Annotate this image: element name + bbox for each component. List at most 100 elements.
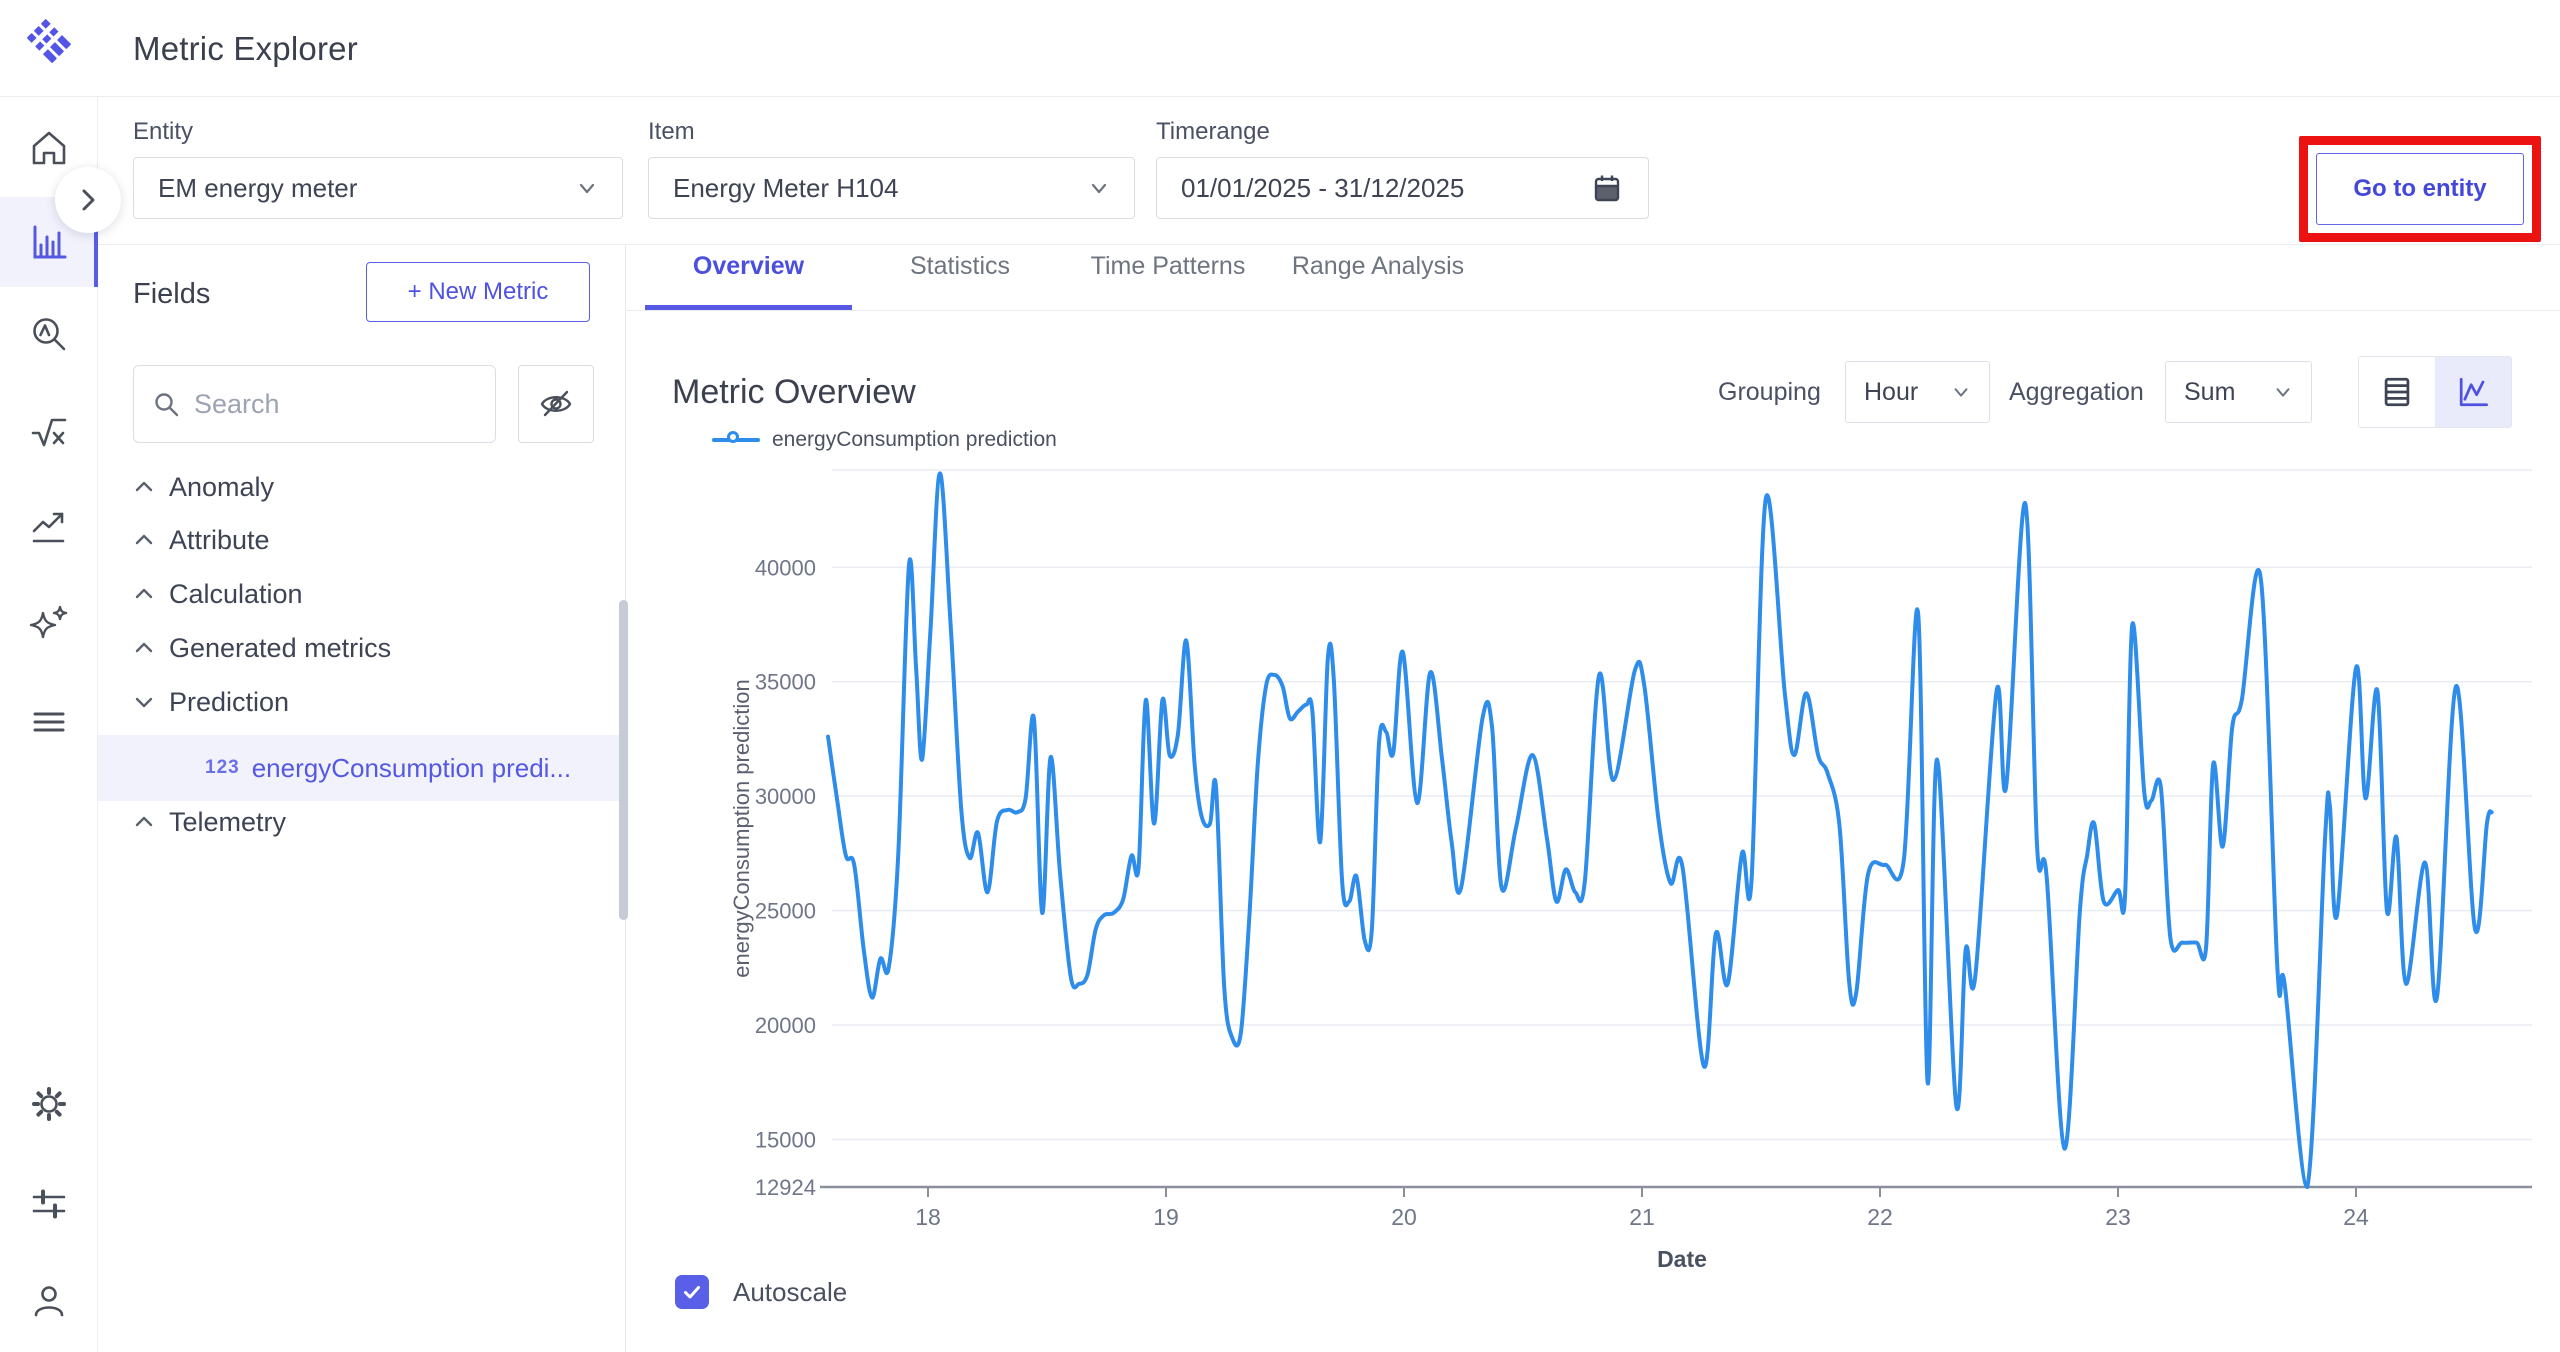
grouping-value: Hour bbox=[1864, 378, 1951, 407]
metric-explorer-app: Metric Explorer bbox=[0, 0, 2560, 1352]
svg-text:25000: 25000 bbox=[755, 899, 816, 924]
svg-text:21: 21 bbox=[1629, 1204, 1655, 1230]
autoscale-checkbox[interactable] bbox=[675, 1275, 709, 1309]
svg-text:Date: Date bbox=[1657, 1246, 1707, 1272]
field-group-calculation[interactable]: Calculation bbox=[133, 567, 303, 621]
header-divider bbox=[0, 96, 2560, 97]
svg-text:energyConsumption prediction: energyConsumption prediction bbox=[729, 679, 754, 977]
chevron-up-icon bbox=[133, 529, 155, 551]
svg-text:20000: 20000 bbox=[755, 1013, 816, 1038]
gear-icon bbox=[27, 1082, 71, 1126]
metric-line-chart[interactable]: 12924150002000025000300003500040000energ… bbox=[640, 450, 2560, 1295]
autoscale-control[interactable]: Autoscale bbox=[675, 1275, 847, 1309]
sidebar-item-preferences[interactable] bbox=[0, 1159, 98, 1249]
svg-text:18: 18 bbox=[915, 1204, 941, 1230]
tab-statistics[interactable]: Statistics bbox=[880, 252, 1040, 310]
sparkles-icon bbox=[27, 603, 71, 647]
go-to-entity-button[interactable]: Go to entity bbox=[2316, 153, 2524, 225]
line-chart-icon bbox=[2453, 372, 2493, 412]
entity-select[interactable]: EM energy meter bbox=[133, 157, 623, 219]
field-item-label: energyConsumption predi... bbox=[252, 753, 571, 784]
field-group-label: Generated metrics bbox=[169, 633, 391, 664]
grouping-select[interactable]: Hour bbox=[1845, 361, 1990, 423]
table-view-button[interactable] bbox=[2359, 357, 2435, 427]
fields-panel-title: Fields bbox=[133, 278, 210, 311]
aggregation-select[interactable]: Sum bbox=[2165, 361, 2312, 423]
item-label: Item bbox=[648, 118, 695, 146]
grouping-label: Grouping bbox=[1718, 378, 1821, 407]
new-metric-button[interactable]: + New Metric bbox=[366, 262, 590, 322]
svg-text:23: 23 bbox=[2105, 1204, 2131, 1230]
chart-view-button[interactable] bbox=[2435, 357, 2511, 427]
eye-off-icon bbox=[536, 384, 576, 424]
sidebar-item-account[interactable] bbox=[0, 1255, 98, 1345]
field-group-label: Prediction bbox=[169, 687, 289, 718]
svg-text:20: 20 bbox=[1391, 1204, 1417, 1230]
item-select[interactable]: Energy Meter H104 bbox=[648, 157, 1135, 219]
toggle-visibility-button[interactable] bbox=[518, 365, 594, 443]
search-icon bbox=[152, 390, 180, 418]
sliders-icon bbox=[27, 1182, 71, 1226]
entity-value: EM energy meter bbox=[158, 173, 576, 204]
fields-search[interactable] bbox=[133, 365, 496, 443]
sidebar-item-list[interactable] bbox=[0, 677, 98, 767]
aggregation-label: Aggregation bbox=[2009, 378, 2144, 407]
user-icon bbox=[27, 1278, 71, 1322]
anomaly-search-icon bbox=[27, 313, 71, 357]
tabs-divider bbox=[625, 310, 2560, 311]
svg-text:40000: 40000 bbox=[755, 555, 816, 580]
filter-row-divider bbox=[98, 244, 2560, 245]
field-group-anomaly[interactable]: Anomaly bbox=[133, 460, 274, 514]
sidebar-item-trends[interactable] bbox=[0, 483, 98, 573]
fields-scrollbar[interactable] bbox=[619, 600, 628, 920]
calendar-icon bbox=[1590, 171, 1624, 205]
trend-icon bbox=[27, 506, 71, 550]
sidebar-item-calculation[interactable] bbox=[0, 388, 98, 478]
chevron-down-icon bbox=[1951, 382, 1971, 402]
svg-text:22: 22 bbox=[1867, 1204, 1893, 1230]
timerange-label: Timerange bbox=[1156, 118, 1270, 146]
svg-text:24: 24 bbox=[2343, 1204, 2369, 1230]
check-icon bbox=[681, 1281, 703, 1303]
search-input[interactable] bbox=[194, 389, 444, 420]
chevron-up-icon bbox=[133, 583, 155, 605]
timerange-input[interactable]: 01/01/2025 - 31/12/2025 bbox=[1156, 157, 1649, 219]
item-value: Energy Meter H104 bbox=[673, 173, 1088, 204]
sidebar-item-ai[interactable] bbox=[0, 580, 98, 670]
chevron-down-icon bbox=[133, 691, 155, 713]
field-group-attribute[interactable]: Attribute bbox=[133, 513, 270, 567]
chevron-up-icon bbox=[133, 637, 155, 659]
field-group-generated-metrics[interactable]: Generated metrics bbox=[133, 621, 391, 675]
sidebar-item-anomaly[interactable] bbox=[0, 290, 98, 380]
chevron-right-icon bbox=[75, 187, 101, 213]
numeric-field-icon: 123 bbox=[205, 757, 240, 779]
tab-overview[interactable]: Overview bbox=[645, 252, 852, 310]
svg-text:12924: 12924 bbox=[755, 1175, 816, 1200]
timerange-value: 01/01/2025 - 31/12/2025 bbox=[1181, 173, 1590, 204]
chevron-down-icon bbox=[576, 177, 598, 199]
svg-text:30000: 30000 bbox=[755, 784, 816, 809]
field-group-prediction[interactable]: Prediction bbox=[133, 675, 289, 729]
field-group-label: Calculation bbox=[169, 579, 303, 610]
chevron-down-icon bbox=[2273, 382, 2293, 402]
menu-lines-icon bbox=[27, 700, 71, 744]
chevron-down-icon bbox=[1088, 177, 1110, 199]
svg-text:35000: 35000 bbox=[755, 670, 816, 695]
field-group-telemetry[interactable]: Telemetry bbox=[133, 795, 286, 849]
chevron-up-icon bbox=[133, 811, 155, 833]
field-group-label: Telemetry bbox=[169, 807, 286, 838]
home-icon bbox=[27, 126, 71, 170]
sidebar-item-settings[interactable] bbox=[0, 1059, 98, 1149]
tab-time-patterns[interactable]: Time Patterns bbox=[1078, 252, 1258, 310]
field-group-label: Attribute bbox=[169, 525, 270, 556]
table-icon bbox=[2377, 372, 2417, 412]
tab-range-analysis[interactable]: Range Analysis bbox=[1283, 252, 1473, 310]
autoscale-label: Autoscale bbox=[733, 1277, 847, 1308]
view-toggle-group bbox=[2358, 356, 2512, 428]
field-item-energy-consumption-prediction[interactable]: 123 energyConsumption predi... bbox=[205, 735, 571, 801]
app-logo-icon[interactable] bbox=[24, 14, 76, 66]
page-title: Metric Explorer bbox=[133, 30, 358, 68]
bar-chart-icon bbox=[27, 220, 71, 264]
chart-title: Metric Overview bbox=[672, 373, 916, 412]
collapse-panel-button[interactable] bbox=[55, 167, 121, 233]
